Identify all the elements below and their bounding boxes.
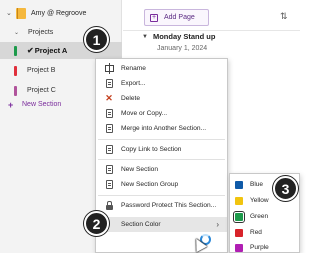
menu-item-password-protect[interactable]: Password Protect This Section...	[96, 198, 227, 213]
menu-item-merge[interactable]: Merge into Another Section...	[96, 121, 227, 136]
copy-link-icon	[104, 145, 114, 155]
notebook-item[interactable]: ⌄ Amy @ Regroove	[0, 4, 122, 22]
add-page-icon: +	[150, 13, 158, 22]
menu-separator	[98, 139, 225, 140]
callout-badge: 3	[273, 176, 298, 201]
color-option-purple[interactable]: Purple	[230, 240, 299, 253]
menu-item-label: Rename	[121, 65, 146, 72]
section-context-menu: Rename Export... ✕ Delete Move or Copy..…	[95, 58, 228, 253]
sort-icon[interactable]: ⇅	[280, 11, 288, 22]
section-label: Project C	[27, 87, 56, 94]
menu-item-section-color[interactable]: Section Color ›	[96, 217, 227, 232]
add-page-button[interactable]: + Add Page	[144, 9, 209, 26]
color-option-red[interactable]: Red	[230, 225, 299, 240]
section-label: Project B	[27, 67, 56, 74]
callout-badge: 2	[84, 211, 109, 236]
lock-icon	[104, 200, 114, 211]
add-page-label: Add Page	[164, 14, 195, 21]
menu-item-export[interactable]: Export...	[96, 76, 227, 91]
page-heading-label: Monday Stand up	[152, 32, 216, 41]
color-swatch	[235, 196, 243, 205]
notebook-name: Amy @ Regroove	[31, 9, 87, 17]
color-label: Blue	[250, 181, 264, 188]
menu-item-new-section[interactable]: New Section	[96, 162, 227, 177]
chevron-down-icon[interactable]: ▼	[142, 34, 148, 40]
chevron-down-icon[interactable]: ⌄	[14, 29, 28, 36]
merge-icon	[104, 124, 114, 134]
chevron-right-icon: ›	[216, 220, 219, 229]
menu-item-label: New Section	[121, 166, 159, 173]
menu-item-label: Section Color	[121, 221, 161, 228]
menu-item-rename[interactable]: Rename	[96, 61, 227, 76]
menu-item-label: Move or Copy...	[121, 110, 168, 117]
menu-item-label: Merge into Another Section...	[121, 125, 207, 132]
menu-separator	[98, 195, 225, 196]
color-label: Yellow	[250, 197, 269, 204]
color-label: Green	[250, 213, 269, 220]
section-color-swatch	[14, 45, 17, 56]
section-color-swatch	[14, 85, 17, 96]
new-section-group-icon	[104, 180, 114, 190]
divider	[123, 30, 300, 31]
plus-icon: +	[8, 99, 14, 110]
menu-item-label: Export...	[121, 80, 146, 87]
menu-separator	[98, 159, 225, 160]
section-group-label: Projects	[28, 29, 54, 36]
section-color-swatch	[14, 65, 17, 76]
section-label: Project A	[34, 46, 68, 55]
menu-item-label: Password Protect This Section...	[121, 202, 217, 209]
checkmark-icon: ✔	[27, 46, 34, 55]
menu-item-move-copy[interactable]: Move or Copy...	[96, 106, 227, 121]
notebook-icon	[16, 7, 26, 19]
color-swatch	[235, 228, 243, 237]
color-swatch	[235, 243, 243, 252]
new-section-icon	[104, 165, 114, 175]
color-label: Purple	[250, 244, 269, 251]
color-swatch	[235, 180, 243, 189]
chevron-down-icon[interactable]: ⌄	[6, 9, 16, 17]
color-swatch	[233, 210, 245, 223]
color-label: Red	[250, 229, 262, 236]
menu-item-label: Delete	[121, 95, 141, 102]
move-copy-icon	[104, 109, 114, 119]
menu-item-label: New Section Group	[121, 181, 179, 188]
rename-icon	[104, 63, 114, 74]
page-date: January 1, 2024	[157, 45, 208, 52]
callout-badge: 1	[84, 27, 109, 52]
page-group-heading[interactable]: ▼ Monday Stand up	[142, 32, 215, 41]
color-option-green[interactable]: Green	[230, 209, 299, 224]
menu-item-copy-link[interactable]: Copy Link to Section	[96, 142, 227, 157]
new-section-label: New Section	[22, 101, 62, 108]
menu-item-new-section-group[interactable]: New Section Group	[96, 177, 227, 192]
export-icon	[104, 79, 114, 89]
delete-icon: ✕	[105, 93, 113, 103]
menu-item-delete[interactable]: ✕ Delete	[96, 91, 227, 106]
menu-item-label: Copy Link to Section	[121, 146, 182, 153]
